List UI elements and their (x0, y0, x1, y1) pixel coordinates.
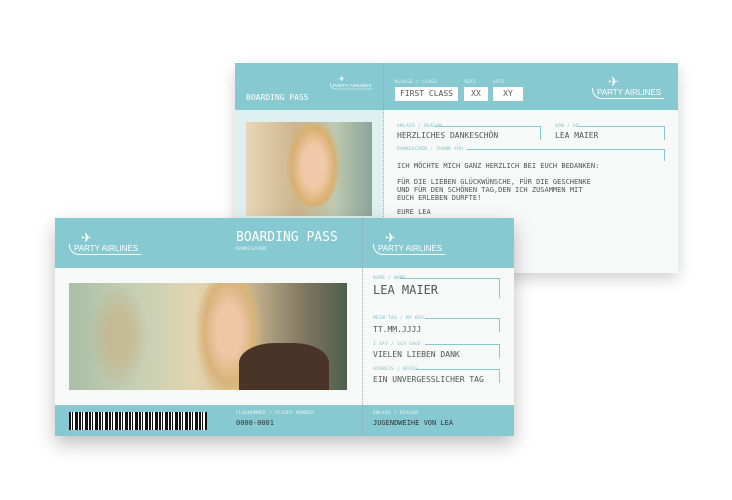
notes-value: EIN UNVERGESSLICHER TAG (373, 375, 484, 384)
plane-icon: ✈ (385, 230, 396, 245)
say-value: VIELEN LIEBEN DANK (373, 350, 460, 359)
flight-label: FLUGNUMMER / FLIGHT NUMBER (236, 411, 315, 416)
from-value: LEA MAIER (555, 131, 599, 140)
perforation (362, 218, 363, 436)
front-subtitle: DANKESCHÖN (236, 247, 267, 252)
front-photo (69, 283, 347, 390)
front-title: BOARDING PASS (236, 230, 338, 245)
plane-icon: ✈ (81, 230, 92, 245)
logo-stub: ✈ PARTY AIRLINES (373, 230, 446, 255)
logo: ✈ PARTY AIRLINES (330, 74, 374, 90)
class-value: FIRST CLASS (395, 87, 458, 101)
day-value: TT.MM.JJJJ (373, 325, 422, 334)
thanks-label: DANKESCHÖN / THANK YOU (397, 147, 464, 152)
seat-value: XX (464, 87, 488, 101)
name-value: LEA MAIER (373, 283, 439, 297)
day-label: MEIN TAG / MY DAY (373, 316, 425, 321)
logo-large: ✈ PARTY AIRLINES (592, 74, 665, 99)
back-title: BOARDING PASS (246, 93, 309, 102)
seat-label: SEAT (464, 80, 477, 85)
back-photo (246, 122, 372, 216)
flight-value: 0000-0001 (236, 419, 274, 427)
field-bracket (425, 318, 500, 332)
reason-value: JUGENDWEIHE VON LEA (373, 419, 454, 427)
say-label: I SAY / ICH SAGE (373, 342, 422, 347)
from-label: VON / OF (555, 124, 580, 129)
class-label: KLASSE / CLASS (395, 80, 438, 85)
message: ICH MÖCHTE MICH GANZ HERZLICH BEI EUCH B… (397, 162, 600, 216)
gate-value: XY (493, 87, 523, 101)
reason-label: ANLASS / REASON (373, 411, 419, 416)
barcode (69, 412, 207, 430)
logo: ✈ PARTY AIRLINES (69, 230, 142, 255)
reason-value: HERZLICHES DANKESCHÖN (397, 131, 499, 140)
field-bracket (467, 149, 665, 161)
notes-label: HINWEIS | NOTES (373, 367, 419, 372)
gate-label: GATE (493, 80, 506, 85)
plane-icon: ✈ (608, 74, 619, 89)
plane-icon: ✈ (338, 74, 345, 84)
front-card: ✈ PARTY AIRLINES BOARDING PASS DANKESCHÖ… (55, 218, 514, 436)
